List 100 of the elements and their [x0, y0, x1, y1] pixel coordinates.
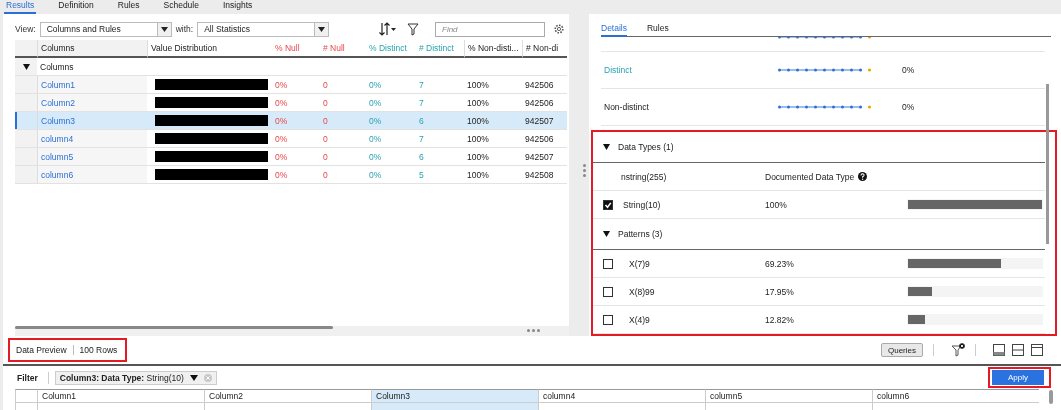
layout-split-icon[interactable] — [1012, 344, 1024, 356]
table-cell: 942506 — [522, 130, 567, 148]
panel-title: Data Preview — [16, 345, 74, 355]
scrollbar[interactable] — [15, 326, 333, 329]
table-cell: 0% — [272, 112, 320, 130]
value-label: X(7)9 — [628, 258, 651, 269]
table-cell: 100% — [464, 148, 522, 166]
type-label: nstring(255) — [620, 171, 668, 182]
table-cell: 942508 — [522, 166, 567, 184]
value-label: X(8)99 — [628, 286, 656, 297]
column-link[interactable]: Column2 — [37, 94, 147, 112]
stat-value: 0% — [902, 65, 915, 75]
search-field[interactable]: Find — [435, 21, 545, 37]
checkbox[interactable] — [603, 199, 613, 210]
clear-filter-icon[interactable] — [951, 343, 965, 357]
filter-chip[interactable]: Column3: Data Type: String(10) — [54, 370, 217, 385]
tab[interactable]: Rules — [115, 0, 142, 14]
column-header[interactable]: Columns — [37, 40, 147, 58]
table-cell: 0% — [366, 130, 416, 148]
stat-label: Non-distinct — [603, 102, 650, 112]
table-cell: 0 — [320, 76, 366, 94]
expand-triangle-icon[interactable] — [603, 231, 610, 237]
help-icon[interactable] — [858, 172, 868, 181]
table-cell: 0% — [272, 130, 320, 148]
scrollbar[interactable] — [1046, 84, 1049, 244]
resize-handle[interactable] — [583, 164, 586, 177]
table-cell: 0% — [366, 76, 416, 94]
tab[interactable]: Rules — [647, 23, 669, 37]
expand-triangle-icon[interactable] — [603, 144, 610, 150]
column-header[interactable]: column5 — [705, 389, 872, 403]
column-header[interactable]: column4 — [538, 389, 705, 403]
percent-value: 100% — [765, 199, 788, 210]
tab[interactable]: Details — [601, 23, 627, 37]
tab[interactable]: Definition — [56, 0, 96, 14]
column-header[interactable]: # Null — [320, 40, 366, 58]
queries-button[interactable]: Queries — [881, 343, 923, 357]
tab[interactable]: Schedule — [161, 0, 201, 14]
table-cell: 0% — [366, 112, 416, 130]
column-link[interactable]: column5 — [37, 148, 147, 166]
stat-value: 0% — [902, 102, 915, 112]
checkbox[interactable] — [603, 258, 613, 269]
group-label: Columns — [40, 61, 74, 72]
view-dropdown[interactable]: Columns and Rules — [39, 21, 172, 37]
percent-value: 12.82% — [765, 314, 795, 325]
column-header[interactable]: Value Distribution — [147, 40, 272, 58]
resize-handle[interactable] — [527, 329, 540, 332]
sort-icon[interactable] — [379, 22, 397, 36]
column-header[interactable]: % Non-disti... — [464, 40, 522, 58]
table-cell: 942507 — [522, 112, 567, 130]
column-header[interactable]: column6 — [872, 389, 1039, 403]
view-label: View: — [15, 24, 36, 34]
percent-value: 69.23% — [765, 258, 795, 269]
table-cell: 0 — [320, 112, 366, 130]
filter-icon[interactable] — [407, 22, 419, 36]
table-cell: 0% — [272, 148, 320, 166]
table-cell: 0% — [272, 166, 320, 184]
percent-value: 17.95% — [765, 286, 795, 297]
table-cell: 6 — [416, 112, 464, 130]
statistics-dropdown[interactable]: All Statistics — [197, 21, 330, 37]
table-cell: 100% — [464, 130, 522, 148]
scrollbar[interactable] — [1049, 390, 1053, 404]
section-title: Patterns (3) — [618, 229, 663, 239]
stat-label: Distinct — [603, 65, 633, 75]
filter-label: Filter — [17, 372, 38, 383]
table-cell: 100% — [464, 76, 522, 94]
value-label: X(4)9 — [628, 314, 651, 325]
apply-button[interactable]: Apply — [992, 370, 1044, 385]
column-link[interactable]: Column1 — [37, 76, 147, 94]
table-cell: 7 — [416, 130, 464, 148]
column-link[interactable]: Column3 — [37, 112, 147, 130]
table-cell: 942506 — [522, 76, 567, 94]
caret-icon — [318, 26, 326, 32]
table-cell: 100% — [464, 112, 522, 130]
table-cell: 6 — [416, 148, 464, 166]
settings-icon[interactable] — [553, 23, 565, 35]
layout-top-icon[interactable] — [1031, 344, 1043, 356]
table-cell: 942507 — [522, 148, 567, 166]
table-cell: 5 — [416, 166, 464, 184]
expand-triangle-icon[interactable] — [22, 63, 30, 70]
with-label: with: — [175, 24, 194, 34]
column-header[interactable]: Column2 — [204, 389, 371, 403]
table-cell: 0 — [320, 148, 366, 166]
column-header[interactable]: Column1 — [37, 389, 204, 403]
checkbox[interactable] — [603, 314, 613, 325]
column-link[interactable]: column4 — [37, 130, 147, 148]
table-cell: 0% — [272, 76, 320, 94]
column-header[interactable]: Column3 — [371, 389, 538, 403]
column-header[interactable]: # Non-di — [522, 40, 567, 58]
row-count: 100 Rows — [78, 345, 118, 355]
checkbox[interactable] — [603, 286, 613, 297]
layout-bottom-icon[interactable] — [993, 344, 1005, 356]
column-link[interactable]: column6 — [37, 166, 147, 184]
caret-icon — [189, 374, 198, 381]
column-header[interactable]: % Null — [272, 40, 320, 58]
value-label: String(10) — [623, 199, 662, 210]
column-title: Documented Data Type — [765, 171, 855, 182]
tab[interactable]: Insights — [220, 0, 255, 14]
header-gutter — [15, 389, 37, 403]
caret-icon — [160, 26, 168, 32]
table-cell: 0 — [320, 130, 366, 148]
